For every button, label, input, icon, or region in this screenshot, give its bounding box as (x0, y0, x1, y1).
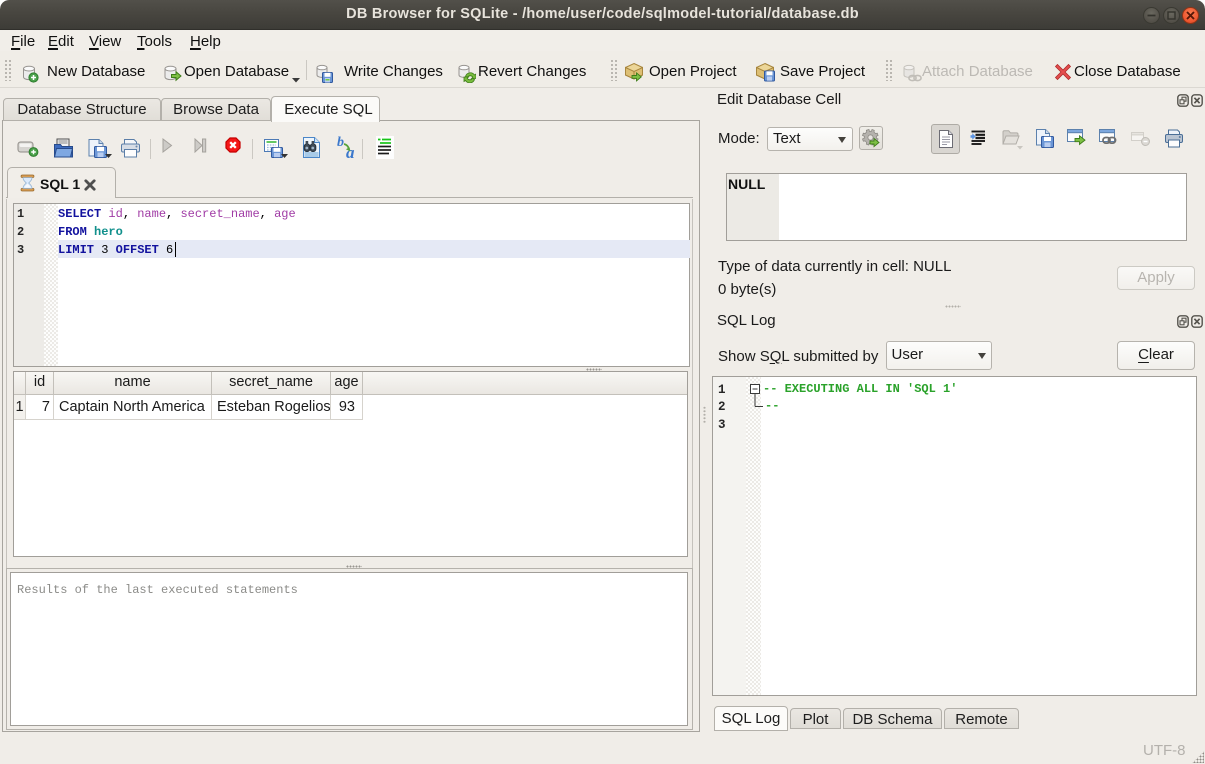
svg-text:b: b (337, 135, 344, 150)
